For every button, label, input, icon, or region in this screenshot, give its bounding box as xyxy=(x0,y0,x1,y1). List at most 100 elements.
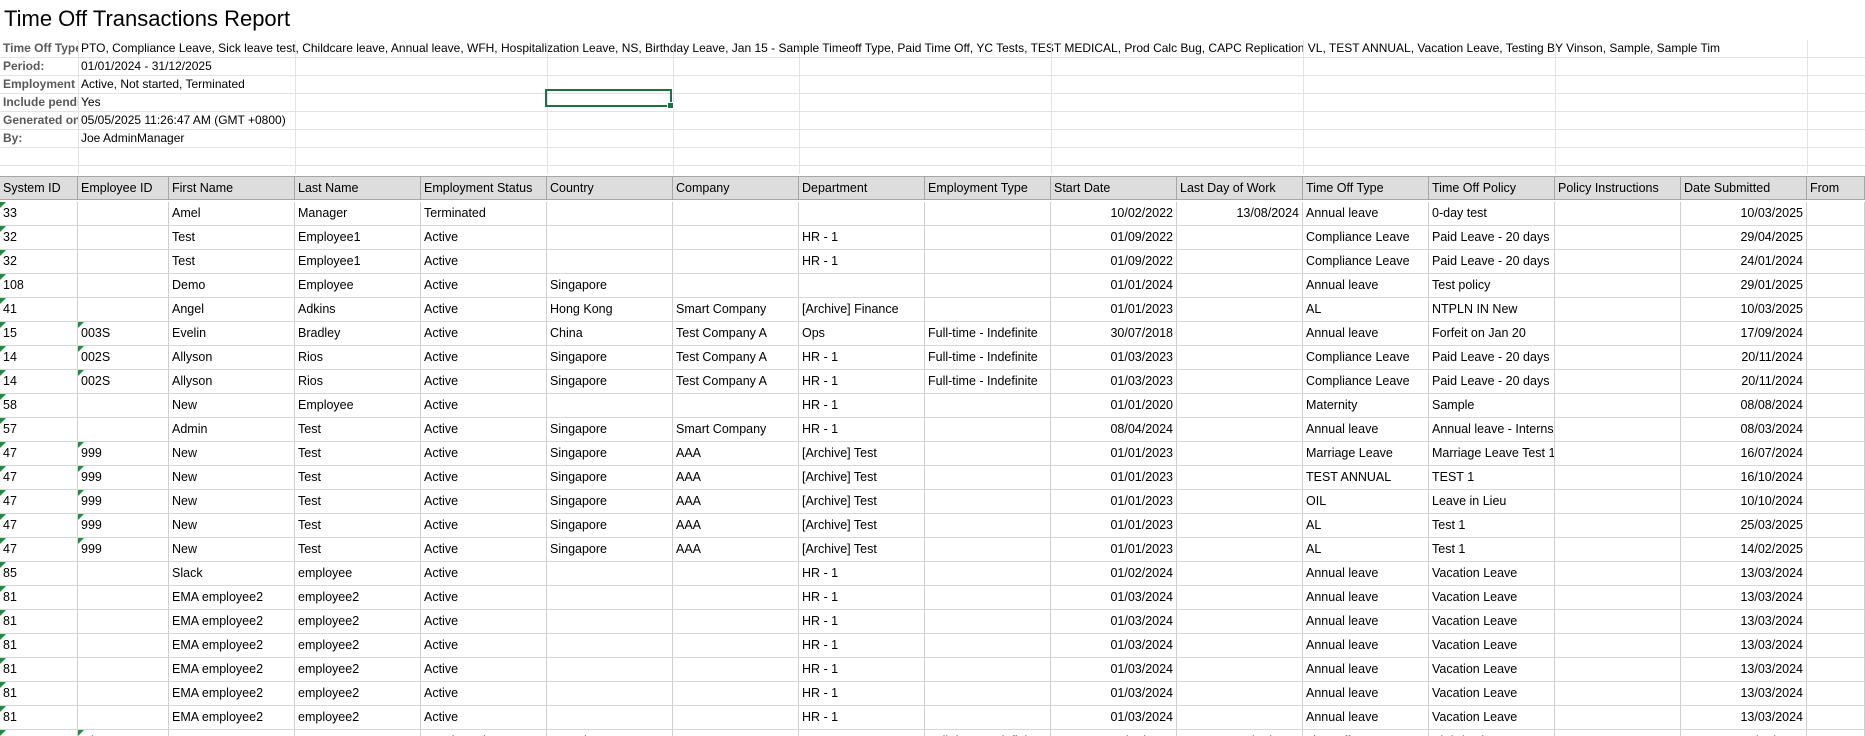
cell-policy-instructions[interactable] xyxy=(1555,562,1681,585)
cell-country[interactable]: Singapore xyxy=(547,538,673,561)
cell-last-day-of-work[interactable] xyxy=(1177,346,1303,369)
cell-time-off-type[interactable]: OIL xyxy=(1303,490,1429,513)
cell-last-day-of-work[interactable] xyxy=(1177,706,1303,729)
cell-last-day-of-work[interactable] xyxy=(1177,586,1303,609)
cell-policy-instructions[interactable] xyxy=(1555,322,1681,345)
cell-start-date[interactable]: 01/01/2023 xyxy=(1051,514,1177,537)
cell-date-submitted[interactable]: 29/01/2025 xyxy=(1681,274,1807,297)
cell-date-submitted[interactable]: 24/01/2024 xyxy=(1681,250,1807,273)
cell-employment-status[interactable]: Active xyxy=(421,346,547,369)
cell-employee-id[interactable] xyxy=(78,250,169,273)
column-header-policy-instructions[interactable]: Policy Instructions xyxy=(1555,177,1681,199)
cell-employment-type[interactable] xyxy=(925,298,1051,321)
cell-time-off-policy[interactable]: Paid Leave - 20 days xyxy=(1429,346,1555,369)
column-header-last-day-of-work[interactable]: Last Day of Work xyxy=(1177,177,1303,199)
cell-country[interactable] xyxy=(547,610,673,633)
cell-country[interactable]: Singapore xyxy=(547,514,673,537)
cell-policy-instructions[interactable] xyxy=(1555,586,1681,609)
cell-employment-status[interactable]: Active xyxy=(421,442,547,465)
cell-employment-status[interactable]: Active xyxy=(421,250,547,273)
cell-last-name[interactable]: Employee xyxy=(295,394,421,417)
cell-first-name[interactable]: Amel xyxy=(169,202,295,225)
spreadsheet[interactable]: Time Off Transactions Report Time Off Ty… xyxy=(0,0,1865,736)
cell-time-off-type[interactable]: Compliance Leave xyxy=(1303,346,1429,369)
cell-employment-type[interactable] xyxy=(925,610,1051,633)
cell-last-name[interactable]: Employee1 xyxy=(295,226,421,249)
cell-from[interactable] xyxy=(1807,226,1865,249)
cell-company[interactable] xyxy=(673,562,799,585)
column-header-first-name[interactable]: First Name xyxy=(169,177,295,199)
column-header-employment-type[interactable]: Employment Type xyxy=(925,177,1051,199)
cell-company[interactable] xyxy=(673,658,799,681)
cell-company[interactable] xyxy=(673,706,799,729)
cell-country[interactable] xyxy=(547,562,673,585)
column-header-start-date[interactable]: Start Date xyxy=(1051,177,1177,199)
cell-system-id[interactable]: 41 xyxy=(0,298,78,321)
cell-date-submitted[interactable]: 17/09/2024 xyxy=(1681,322,1807,345)
column-header-employee-id[interactable]: Employee ID xyxy=(78,177,169,199)
cell-from[interactable] xyxy=(1807,490,1865,513)
cell-employment-status[interactable]: Active xyxy=(421,298,547,321)
cell-employment-status[interactable]: Active xyxy=(421,322,547,345)
cell-country[interactable] xyxy=(547,658,673,681)
cell-last-day-of-work[interactable] xyxy=(1177,538,1303,561)
cell-time-off-policy[interactable]: 0-day test xyxy=(1429,202,1555,225)
cell-country[interactable] xyxy=(547,250,673,273)
cell-country[interactable]: Singapore xyxy=(547,418,673,441)
cell-company[interactable] xyxy=(673,226,799,249)
cell-country[interactable] xyxy=(547,682,673,705)
cell-policy-instructions[interactable] xyxy=(1555,490,1681,513)
cell-last-day-of-work[interactable] xyxy=(1177,610,1303,633)
cell-date-submitted[interactable]: 27/02/2024 xyxy=(1681,730,1807,736)
cell-company[interactable] xyxy=(673,274,799,297)
cell-time-off-policy[interactable]: Paid Leave - 20 days xyxy=(1429,250,1555,273)
cell-employment-status[interactable]: Active xyxy=(421,466,547,489)
cell-last-name[interactable]: Rios xyxy=(295,370,421,393)
cell-last-day-of-work[interactable] xyxy=(1177,250,1303,273)
cell-first-name[interactable]: Allyson xyxy=(169,346,295,369)
cell-time-off-type[interactable]: Time off Leave xyxy=(1303,730,1429,736)
cell-department[interactable]: HR - 1 xyxy=(799,658,925,681)
cell-employee-id[interactable] xyxy=(78,418,169,441)
cell-employee-id[interactable] xyxy=(78,394,169,417)
cell-last-day-of-work[interactable]: 13/08/2024 xyxy=(1177,202,1303,225)
cell-department[interactable]: HR - 1 xyxy=(799,634,925,657)
cell-employment-status[interactable]: Active xyxy=(421,682,547,705)
cell-system-id[interactable]: 14 xyxy=(0,346,78,369)
cell-from[interactable] xyxy=(1807,634,1865,657)
cell-time-off-policy[interactable]: TEST 1 xyxy=(1429,466,1555,489)
cell-time-off-policy[interactable]: Vacation Leave xyxy=(1429,634,1555,657)
cell-country[interactable]: Singapore xyxy=(547,466,673,489)
cell-policy-instructions[interactable] xyxy=(1555,730,1681,736)
cell-employment-status[interactable]: Active xyxy=(421,538,547,561)
cell-employment-status[interactable]: Active xyxy=(421,394,547,417)
cell-employment-type[interactable]: Full-time - Indefinite xyxy=(925,322,1051,345)
column-header-system-id[interactable]: System ID xyxy=(0,177,78,199)
cell-company[interactable]: Smart Company xyxy=(673,298,799,321)
cell-department[interactable]: HR - 1 xyxy=(799,610,925,633)
cell-time-off-policy[interactable]: Paid Leave - 20 days xyxy=(1429,370,1555,393)
cell-employment-type[interactable] xyxy=(925,514,1051,537)
cell-system-id[interactable]: 81 xyxy=(0,682,78,705)
cell-time-off-type[interactable]: Marriage Leave xyxy=(1303,442,1429,465)
cell-system-id[interactable]: 108 xyxy=(0,274,78,297)
cell-department[interactable]: HR - 1 xyxy=(799,370,925,393)
cell-last-name[interactable]: Gary xyxy=(295,730,421,736)
cell-system-id[interactable]: 32 xyxy=(0,226,78,249)
cell-last-name[interactable]: Bradley xyxy=(295,322,421,345)
cell-date-submitted[interactable]: 10/03/2025 xyxy=(1681,298,1807,321)
meta-label[interactable]: By: xyxy=(3,130,78,147)
cell-employee-id[interactable] xyxy=(78,226,169,249)
cell-first-name[interactable]: Matteo xyxy=(169,730,295,736)
cell-company[interactable] xyxy=(673,394,799,417)
cell-last-name[interactable]: Employee xyxy=(295,274,421,297)
cell-employee-id[interactable]: 999 xyxy=(78,466,169,489)
cell-department[interactable]: HR - 1 xyxy=(799,346,925,369)
cell-country[interactable]: Canada xyxy=(547,730,673,736)
cell-employment-status[interactable]: Active xyxy=(421,562,547,585)
cell-country[interactable] xyxy=(547,202,673,225)
cell-policy-instructions[interactable] xyxy=(1555,682,1681,705)
meta-label[interactable]: Employment Status xyxy=(3,76,78,93)
cell-policy-instructions[interactable] xyxy=(1555,298,1681,321)
cell-employee-id[interactable] xyxy=(78,586,169,609)
